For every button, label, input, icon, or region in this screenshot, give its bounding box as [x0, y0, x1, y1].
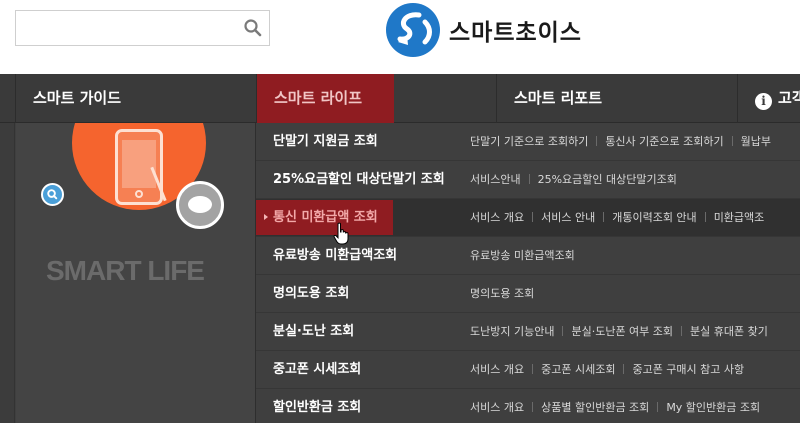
- submenu-link[interactable]: 통신사 기준으로 조회하기: [605, 135, 723, 148]
- left-strip: [0, 123, 15, 423]
- search-icon[interactable]: [243, 18, 263, 38]
- submenu-link[interactable]: 서비스 개요: [470, 363, 524, 376]
- submenu-links: 서비스 개요 상품별 할인반환금 조회 My 할인반환금 조회: [470, 389, 760, 423]
- submenu-link[interactable]: 25%요금할인 대상단말기조회: [538, 173, 677, 186]
- nav-item-smart-report[interactable]: 스마트 리포트: [496, 74, 737, 123]
- submenu-row: 명의도용 조회 명의도용 조회: [256, 275, 800, 313]
- piggy-bank-icon: [176, 181, 224, 229]
- submenu-link[interactable]: 서비스 개요: [470, 211, 524, 224]
- submenu-links: 도난방지 기능안내 분실·도난폰 여부 조회 분실 휴대폰 찾기: [470, 313, 768, 350]
- search-input[interactable]: [16, 11, 236, 45]
- nav-item-smart-guide[interactable]: 스마트 가이드: [15, 74, 256, 123]
- nav-item-label: 스마트 리포트: [514, 89, 603, 107]
- submenu-link[interactable]: 서비스안내: [470, 173, 521, 186]
- submenu-row: 단말기 지원금 조회 단말기 기준으로 조회하기 통신사 기준으로 조회하기 월납부: [256, 123, 800, 161]
- main-nav: 스마트 가이드 스마트 라이프 스마트 리포트 i 고객: [0, 74, 800, 123]
- smart-life-title: SMART LIFE: [46, 255, 205, 286]
- submenu-link[interactable]: 분실 휴대폰 찾기: [690, 325, 768, 338]
- smartphone-icon: [115, 129, 163, 205]
- submenu-link[interactable]: 명의도용 조회: [470, 287, 534, 300]
- logo-icon: [386, 3, 440, 57]
- header: 스마트초이스: [0, 0, 800, 74]
- submenu-row: 분실·도난 조회 도난방지 기능안내 분실·도난폰 여부 조회 분실 휴대폰 찾기: [256, 313, 800, 351]
- submenu-title[interactable]: 단말기 지원금 조회: [273, 123, 378, 160]
- nav-item-smart-life[interactable]: 스마트 라이프: [256, 74, 496, 123]
- submenu-row: 할인반환금 조회 서비스 개요 상품별 할인반환금 조회 My 할인반환금 조회: [256, 389, 800, 423]
- submenu-links: 단말기 기준으로 조회하기 통신사 기준으로 조회하기 월납부: [470, 123, 771, 160]
- submenu-link[interactable]: 서비스 안내: [541, 211, 595, 224]
- submenu-links: 서비스안내 25%요금할인 대상단말기조회: [470, 161, 677, 198]
- submenu-row: 25%요금할인 대상단말기 조회 서비스안내 25%요금할인 대상단말기조회: [256, 161, 800, 199]
- submenu-title[interactable]: 할인반환금 조회: [273, 389, 361, 423]
- submenu-row: 중고폰 시세조회 서비스 개요 중고폰 시세조회 중고폰 구매시 참고 사항: [256, 351, 800, 389]
- submenu-link[interactable]: 단말기 기준으로 조회하기: [470, 135, 588, 148]
- submenu-title[interactable]: 분실·도난 조회: [273, 313, 354, 350]
- search-box: [15, 10, 270, 46]
- logo-text: 스마트초이스: [449, 20, 582, 46]
- submenu-title[interactable]: 명의도용 조회: [273, 275, 349, 312]
- nav-item-label: 스마트 라이프: [274, 89, 363, 107]
- submenu-link[interactable]: 도난방지 기능안내: [470, 325, 554, 338]
- submenu-link[interactable]: 월납부: [741, 135, 771, 148]
- submenu-link[interactable]: 중고폰 시세조회: [541, 363, 615, 376]
- submenu-links: 유료방송 미환급액조회: [470, 237, 575, 274]
- submenu-links: 서비스 개요 서비스 안내 개통이력조회 안내 미환급액조: [470, 199, 765, 236]
- submenu-link[interactable]: 서비스 개요: [470, 401, 524, 414]
- submenu-title[interactable]: 중고폰 시세조회: [273, 351, 361, 388]
- submenu-title[interactable]: 통신 미환급액 조회: [273, 199, 378, 236]
- submenu-link[interactable]: 미환급액조: [714, 211, 765, 224]
- submenu-links: 서비스 개요 중고폰 시세조회 중고폰 구매시 참고 사항: [470, 351, 744, 388]
- nav-item-label: 스마트 가이드: [33, 89, 122, 107]
- submenu-list: 단말기 지원금 조회 단말기 기준으로 조회하기 통신사 기준으로 조회하기 월납부…: [256, 123, 800, 423]
- nav-item-label: 고객: [778, 89, 800, 107]
- hand-pointer-icon: [333, 222, 349, 245]
- submenu-links: 명의도용 조회: [470, 275, 534, 312]
- submenu-link[interactable]: 유료방송 미환급액조회: [470, 249, 575, 262]
- arrow-right-icon: [264, 214, 268, 220]
- smart-life-banner: SMART LIFE: [16, 123, 256, 423]
- logo[interactable]: 스마트초이스: [385, 2, 582, 58]
- nav-item-customer[interactable]: i 고객: [737, 74, 800, 123]
- submenu-link[interactable]: 분실·도난폰 여부 조회: [571, 325, 673, 338]
- submenu-link[interactable]: 상품별 할인반환금 조회: [541, 401, 649, 414]
- info-icon: i: [755, 93, 772, 110]
- submenu-link[interactable]: 중고폰 구매시 참고 사항: [632, 363, 744, 376]
- submenu-link[interactable]: My 할인반환금 조회: [666, 401, 760, 414]
- magnifier-badge-icon: [41, 183, 64, 206]
- submenu-title[interactable]: 25%요금할인 대상단말기 조회: [273, 161, 445, 198]
- submenu-link[interactable]: 개통이력조회 안내: [612, 211, 696, 224]
